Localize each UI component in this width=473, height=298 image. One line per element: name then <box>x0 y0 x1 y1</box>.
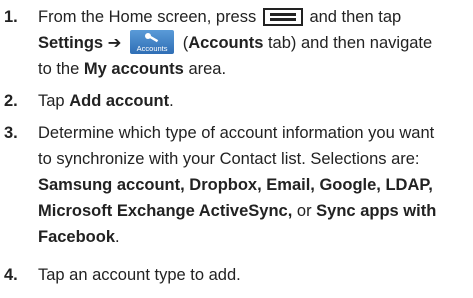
step-3-line-5: Facebook. <box>38 228 120 246</box>
step-2-line-1: Tap Add account. <box>38 92 174 110</box>
step-3-line-3: Samsung account, Dropbox, Email, Google,… <box>38 176 433 194</box>
step-3-line-1: Determine which type of account informat… <box>38 124 435 142</box>
step-2: 2. Tap Add account. <box>0 88 473 114</box>
step-4-line-1: Tap an account type to add. <box>38 266 241 284</box>
step-3-line-4: Microsoft Exchange ActiveSync, or Sync a… <box>38 202 437 220</box>
menu-key-icon <box>262 8 303 26</box>
step-3: 3. Determine which type of account infor… <box>0 120 473 250</box>
step-number: 4. <box>4 266 18 284</box>
accounts-tab-icon: Accounts <box>130 30 175 54</box>
step-1-line-3: to the My accounts area. <box>38 60 227 78</box>
key-icon <box>145 33 159 43</box>
step-number: 1. <box>4 8 18 26</box>
step-1: 1. From the Home screen, press and then … <box>0 4 473 82</box>
step-3-line-2: to synchronize with your Contact list. S… <box>38 150 420 168</box>
step-number: 3. <box>4 124 18 142</box>
step-1-line-2: Settings ➔ Accounts (Accounts tab) and t… <box>38 30 473 56</box>
step-1-line-1: From the Home screen, press and then tap <box>38 8 402 26</box>
step-number: 2. <box>4 92 18 110</box>
settings-label: Settings ➔ <box>38 34 122 52</box>
step-4: 4. Tap an account type to add. <box>0 262 473 288</box>
